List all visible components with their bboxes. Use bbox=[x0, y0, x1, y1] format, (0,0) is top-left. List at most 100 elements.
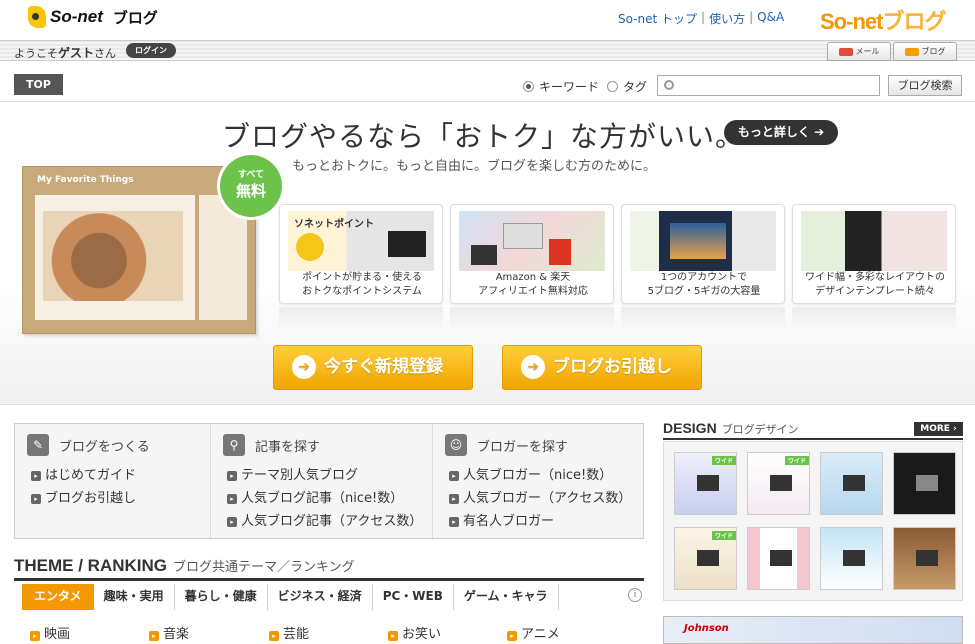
nav-item-celebrity[interactable]: 有名人ブロガー bbox=[449, 510, 554, 529]
nav-title-text: ブロガーを探す bbox=[477, 439, 569, 455]
hero-subtitle: もっとおトクに。もっと自由に。ブログを楽しむ方のために。 bbox=[292, 159, 657, 174]
subitem-comedy[interactable]: お笑い bbox=[388, 623, 441, 642]
arrow-right-icon: ➔ bbox=[292, 355, 316, 379]
template-preview bbox=[697, 550, 719, 566]
subitem-anime[interactable]: アニメ bbox=[507, 623, 560, 642]
magnifier-icon: ⚲ bbox=[223, 434, 245, 456]
template-thumb[interactable]: ワイド bbox=[747, 452, 810, 515]
all-free-badge: すべて 無料 bbox=[220, 155, 282, 217]
tab-entertainment[interactable]: エンタメ bbox=[22, 584, 94, 610]
link-separator: | bbox=[701, 10, 706, 24]
advertisement-banner[interactable]: Johnson bbox=[663, 616, 963, 644]
template-preview bbox=[770, 475, 792, 491]
blog-tab-label: ブログ bbox=[921, 47, 946, 56]
design-more-label: MORE bbox=[920, 424, 950, 434]
card-reflection bbox=[450, 307, 614, 331]
subitem-music[interactable]: 音楽 bbox=[149, 623, 189, 642]
theme-subtitle: ブログ共通テーマ／ランキング bbox=[173, 560, 355, 575]
nav-title-text: ブログをつくる bbox=[59, 439, 150, 455]
template-thumb[interactable]: ワイド bbox=[674, 527, 737, 590]
wide-label: ワイド bbox=[711, 456, 736, 465]
card-reflection bbox=[621, 307, 785, 331]
design-subtitle: ブログデザイン bbox=[721, 423, 799, 436]
logo-blog-text: ブログ bbox=[112, 8, 158, 27]
wide-label: ワイド bbox=[711, 531, 736, 540]
nav-col-create-title: ✎ ブログをつくる bbox=[27, 434, 150, 456]
template-thumb[interactable] bbox=[893, 452, 956, 515]
mail-tab[interactable]: メール bbox=[827, 42, 891, 61]
nav-item-theme-popular[interactable]: テーマ別人気ブログ bbox=[227, 464, 358, 483]
nav-title-text: 記事を探す bbox=[255, 439, 321, 455]
top-button[interactable]: TOP bbox=[14, 74, 63, 95]
link-qa[interactable]: Q&A bbox=[757, 10, 784, 27]
tab-business[interactable]: ビジネス・経済 bbox=[268, 584, 373, 610]
nav-item-popular-access[interactable]: 人気ブログ記事（アクセス数） bbox=[227, 510, 422, 529]
link-separator: | bbox=[749, 10, 754, 24]
tab-game[interactable]: ゲーム・キャラ bbox=[454, 584, 559, 610]
sonet-blog-logo[interactable]: So-net ブログ bbox=[28, 6, 158, 28]
tab-pc-web[interactable]: PC・WEB bbox=[373, 584, 454, 610]
more-details-button[interactable]: もっと詳しく ➔ bbox=[724, 120, 838, 145]
radio-keyword[interactable]: キーワード bbox=[523, 78, 599, 95]
login-button[interactable]: ログイン bbox=[126, 43, 176, 58]
design-more-button[interactable]: MORE › bbox=[914, 422, 963, 436]
template-thumb[interactable] bbox=[820, 527, 883, 590]
badge-small-text: すべて bbox=[237, 170, 264, 180]
blog-tab[interactable]: ブログ bbox=[893, 42, 957, 61]
template-preview bbox=[843, 475, 865, 491]
radio-keyword-label: キーワード bbox=[539, 80, 600, 94]
blog-move-label: ブログお引越し bbox=[553, 357, 672, 377]
feature-card-accounts[interactable]: 1つのアカウントで 5ブログ・5ギガの大容量 bbox=[621, 204, 785, 304]
nav-item-move[interactable]: ブログお引越し bbox=[31, 487, 136, 506]
blog-search-button[interactable]: ブログ検索 bbox=[888, 75, 962, 96]
brand-blog: ブログ bbox=[882, 9, 946, 34]
camera-icon bbox=[471, 245, 497, 265]
sample-blog-title: My Favorite Things bbox=[37, 175, 134, 185]
template-preview bbox=[843, 550, 865, 566]
search-input[interactable] bbox=[657, 75, 880, 96]
arrow-right-icon: ➔ bbox=[521, 355, 545, 379]
tab-hobby[interactable]: 趣味・実用 bbox=[94, 584, 175, 610]
card-reflection bbox=[279, 307, 443, 331]
nav-item-blogger-access[interactable]: 人気ブロガー（アクセス数） bbox=[449, 487, 631, 506]
template-thumb[interactable]: ワイド bbox=[674, 452, 737, 515]
feature-card-templates[interactable]: ワイド幅・多彩なレイアウトの デザインテンプレート続々 bbox=[792, 204, 956, 304]
points-image: ソネットポイント bbox=[288, 211, 434, 271]
radio-tag[interactable]: タグ bbox=[607, 78, 647, 95]
card-caption-line1: Amazon & 楽天 bbox=[495, 272, 571, 283]
feature-card-affiliate[interactable]: Amazon & 楽天アフィリエイト無料対応 bbox=[450, 204, 614, 304]
badge-large-text: 無料 bbox=[235, 182, 266, 200]
card-caption-line2: 5ブログ・5ギガの大容量 bbox=[647, 286, 761, 297]
card-caption-line2: アフィリエイト無料対応 bbox=[478, 286, 588, 297]
tab-living[interactable]: 暮らし・健康 bbox=[175, 584, 268, 610]
card-caption: 1つのアカウントで 5ブログ・5ギガの大容量 bbox=[622, 271, 786, 299]
subitem-movie[interactable]: 映画 bbox=[30, 623, 70, 642]
link-howto[interactable]: 使い方 bbox=[709, 10, 745, 27]
feature-card-points[interactable]: ソネットポイント ポイントが貯まる・使える おトクなポイントシステム bbox=[279, 204, 443, 304]
template-thumb[interactable] bbox=[893, 527, 956, 590]
monitor-icon bbox=[503, 223, 543, 249]
nav-item-guide[interactable]: はじめてガイド bbox=[31, 464, 136, 483]
search-icon bbox=[664, 80, 674, 90]
subitem-showbiz[interactable]: 芸能 bbox=[269, 623, 309, 642]
jacket-icon bbox=[549, 239, 571, 265]
register-now-button[interactable]: ➔ 今すぐ新規登録 bbox=[273, 345, 473, 390]
sonet-point-brand: ソネットポイント bbox=[294, 219, 374, 230]
nav-col-articles: ⚲ 記事を探す テーマ別人気ブログ 人気ブログ記事（nice!数） 人気ブログ記事… bbox=[210, 424, 432, 540]
mail-tab-label: メール bbox=[855, 47, 880, 56]
radio-tag-dot bbox=[607, 81, 618, 92]
template-thumb[interactable] bbox=[747, 527, 810, 590]
ad-text: Johnson bbox=[684, 623, 729, 634]
nav-col-articles-title: ⚲ 記事を探す bbox=[223, 434, 320, 456]
template-thumb[interactable] bbox=[820, 452, 883, 515]
sonet-blog-brand-logo[interactable]: So-netブログ bbox=[820, 4, 946, 36]
nav-col-bloggers: ☺ ブロガーを探す 人気ブロガー（nice!数） 人気ブロガー（アクセス数） 有名… bbox=[432, 424, 643, 540]
nav-item-blogger-nice[interactable]: 人気ブロガー（nice!数） bbox=[449, 464, 612, 483]
blog-move-button[interactable]: ➔ ブログお引越し bbox=[502, 345, 702, 390]
nav-item-popular-nice[interactable]: 人気ブログ記事（nice!数） bbox=[227, 487, 403, 506]
theme-divider bbox=[14, 578, 644, 581]
link-sonet-top[interactable]: So-net トップ bbox=[618, 10, 697, 27]
tv-icon bbox=[388, 231, 426, 257]
info-icon[interactable]: i bbox=[628, 588, 642, 602]
sample-blog-post bbox=[35, 195, 195, 320]
